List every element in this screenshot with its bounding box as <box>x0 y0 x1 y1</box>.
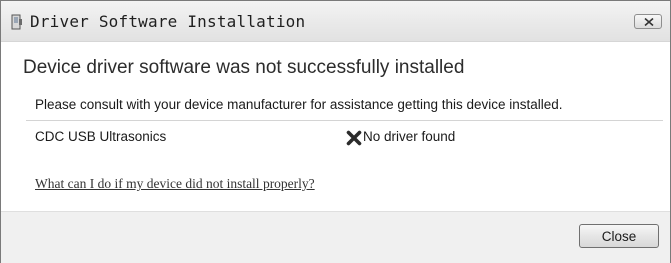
title-bar[interactable]: Driver Software Installation <box>1 1 670 42</box>
close-icon <box>644 18 654 26</box>
device-name: CDC USB Ultrasonics <box>35 129 167 144</box>
device-installation-icon <box>10 14 24 30</box>
dialog-footer: Close <box>1 211 670 263</box>
title-close-button[interactable] <box>634 14 662 29</box>
dialog-window: Driver Software Installation Device driv… <box>0 0 671 263</box>
window-title: Driver Software Installation <box>30 12 306 31</box>
page-title: Device driver software was not successfu… <box>23 57 465 78</box>
divider <box>26 120 663 121</box>
close-button[interactable]: Close <box>579 224 659 248</box>
instruction-text: Please consult with your device manufact… <box>35 97 563 112</box>
device-status: No driver found <box>363 129 456 144</box>
help-link[interactable]: What can I do if my device did not insta… <box>35 176 315 192</box>
error-x-icon <box>346 130 362 146</box>
